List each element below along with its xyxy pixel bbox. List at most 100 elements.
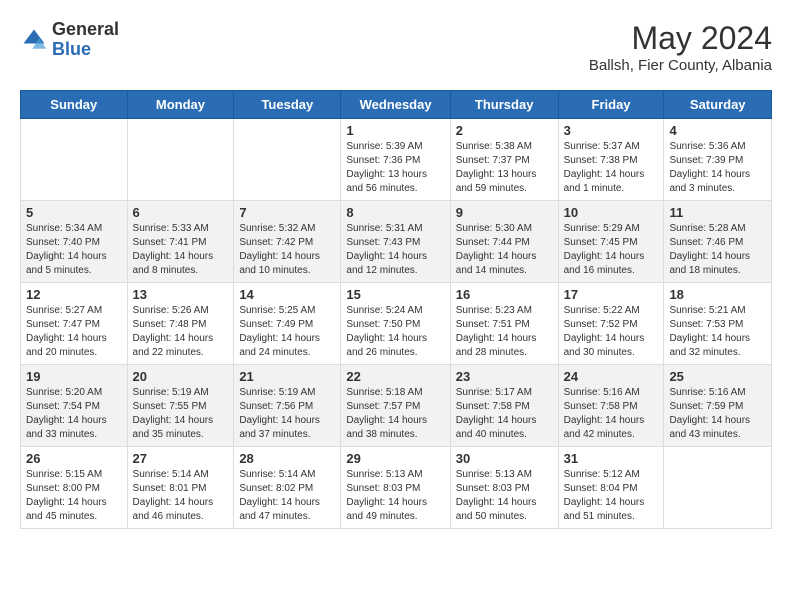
calendar-cell: 10Sunrise: 5:29 AMSunset: 7:45 PMDayligh… — [558, 201, 664, 283]
day-info: Sunrise: 5:19 AMSunset: 7:55 PMDaylight:… — [133, 386, 229, 442]
logo-icon — [20, 26, 48, 54]
day-of-week-header: Saturday — [664, 91, 772, 119]
day-info: Sunrise: 5:25 AMSunset: 7:49 PMDaylight:… — [239, 304, 335, 360]
day-number: 9 — [456, 205, 553, 220]
calendar-cell: 31 Sunrise: 5:12 AMSunset: 8:04 PMDayligh… — [558, 447, 664, 529]
day-info: Sunrise: 5:33 AMSunset: 7:41 PMDaylight:… — [133, 222, 229, 278]
day-info: Sunrise: 5:34 AMSunset: 7:40 PMDaylight:… — [26, 222, 122, 278]
day-number: 22 — [346, 369, 444, 384]
calendar-cell — [234, 119, 341, 201]
calendar-week-row: 5 Sunrise: 5:34 AMSunset: 7:40 PMDaylight… — [21, 201, 772, 283]
calendar-cell: 4Sunrise: 5:36 AMSunset: 7:39 PMDaylight… — [664, 119, 772, 201]
calendar-body: 1Sunrise: 5:39 AMSunset: 7:36 PMDaylight… — [21, 119, 772, 529]
day-number: 18 — [669, 287, 766, 302]
calendar-cell: 3Sunrise: 5:37 AMSunset: 7:38 PMDaylight… — [558, 119, 664, 201]
day-number: 28 — [239, 451, 335, 466]
day-number: 7 — [239, 205, 335, 220]
day-info: Sunrise: 5:16 AMSunset: 7:59 PMDaylight:… — [669, 386, 766, 442]
day-number: 4 — [669, 123, 766, 138]
calendar-cell: 26Sunrise: 5:15 AMSunset: 8:00 PMDayligh… — [21, 447, 128, 529]
calendar-cell: 11 Sunrise: 5:28 AMSunset: 7:46 PMDayligh… — [664, 201, 772, 283]
day-info: Sunrise: 5:31 AMSunset: 7:43 PMDaylight:… — [346, 222, 444, 278]
day-number: 30 — [456, 451, 553, 466]
calendar-cell: 6 Sunrise: 5:33 AMSunset: 7:41 PMDaylight… — [127, 201, 234, 283]
day-number: 31 — [564, 451, 659, 466]
calendar-cell: 15 Sunrise: 5:24 AMSunset: 7:50 PMDayligh… — [341, 283, 450, 365]
calendar-cell: 5 Sunrise: 5:34 AMSunset: 7:40 PMDaylight… — [21, 201, 128, 283]
day-info: Sunrise: 5:21 AMSunset: 7:53 PMDaylight:… — [669, 304, 766, 360]
day-number: 17 — [564, 287, 659, 302]
day-info: Sunrise: 5:22 AMSunset: 7:52 PMDaylight:… — [564, 304, 659, 360]
day-info: Sunrise: 5:14 AMSunset: 8:02 PMDaylight:… — [239, 468, 335, 524]
page-header: General Blue May 2024 Ballsh, Fier Count… — [20, 20, 772, 74]
month-title: May 2024 — [589, 20, 772, 57]
day-number: 29 — [346, 451, 444, 466]
calendar-cell: 24 Sunrise: 5:16 AMSunset: 7:58 PMDayligh… — [558, 365, 664, 447]
day-number: 6 — [133, 205, 229, 220]
day-of-week-header: Sunday — [21, 91, 128, 119]
calendar-cell: 13 Sunrise: 5:26 AMSunset: 7:48 PMDayligh… — [127, 283, 234, 365]
day-number: 16 — [456, 287, 553, 302]
calendar-cell: 28 Sunrise: 5:14 AMSunset: 8:02 PMDayligh… — [234, 447, 341, 529]
calendar-cell: 30 Sunrise: 5:13 AMSunset: 8:03 PMDayligh… — [450, 447, 558, 529]
day-info: Sunrise: 5:15 AMSunset: 8:00 PMDaylight:… — [26, 468, 122, 524]
day-info: Sunrise: 5:32 AMSunset: 7:42 PMDaylight:… — [239, 222, 335, 278]
day-number: 11 — [669, 205, 766, 220]
day-info: Sunrise: 5:29 AMSunset: 7:45 PMDaylight:… — [564, 222, 659, 278]
day-info: Sunrise: 5:38 AMSunset: 7:37 PMDaylight:… — [456, 140, 553, 196]
logo: General Blue — [20, 20, 119, 60]
calendar-cell — [21, 119, 128, 201]
day-number: 8 — [346, 205, 444, 220]
day-info: Sunrise: 5:16 AMSunset: 7:58 PMDaylight:… — [564, 386, 659, 442]
calendar-cell: 20 Sunrise: 5:19 AMSunset: 7:55 PMDayligh… — [127, 365, 234, 447]
day-number: 27 — [133, 451, 229, 466]
calendar-week-row: 12 Sunrise: 5:27 AMSunset: 7:47 PMDayligh… — [21, 283, 772, 365]
day-info: Sunrise: 5:13 AMSunset: 8:03 PMDaylight:… — [456, 468, 553, 524]
day-info: Sunrise: 5:28 AMSunset: 7:46 PMDaylight:… — [669, 222, 766, 278]
calendar-cell: 1Sunrise: 5:39 AMSunset: 7:36 PMDaylight… — [341, 119, 450, 201]
day-of-week-header: Friday — [558, 91, 664, 119]
day-number: 21 — [239, 369, 335, 384]
day-info: Sunrise: 5:24 AMSunset: 7:50 PMDaylight:… — [346, 304, 444, 360]
day-number: 5 — [26, 205, 122, 220]
day-of-week-header: Tuesday — [234, 91, 341, 119]
calendar-cell: 29 Sunrise: 5:13 AMSunset: 8:03 PMDayligh… — [341, 447, 450, 529]
calendar-cell: 27 Sunrise: 5:14 AMSunset: 8:01 PMDayligh… — [127, 447, 234, 529]
calendar-cell — [664, 447, 772, 529]
calendar-cell — [127, 119, 234, 201]
day-info: Sunrise: 5:27 AMSunset: 7:47 PMDaylight:… — [26, 304, 122, 360]
calendar-cell: 17 Sunrise: 5:22 AMSunset: 7:52 PMDayligh… — [558, 283, 664, 365]
day-number: 15 — [346, 287, 444, 302]
calendar-cell: 21 Sunrise: 5:19 AMSunset: 7:56 PMDayligh… — [234, 365, 341, 447]
calendar-cell: 8 Sunrise: 5:31 AMSunset: 7:43 PMDaylight… — [341, 201, 450, 283]
day-info: Sunrise: 5:13 AMSunset: 8:03 PMDaylight:… — [346, 468, 444, 524]
calendar-header-row: SundayMondayTuesdayWednesdayThursdayFrid… — [21, 91, 772, 119]
day-number: 23 — [456, 369, 553, 384]
day-info: Sunrise: 5:18 AMSunset: 7:57 PMDaylight:… — [346, 386, 444, 442]
calendar-week-row: 26Sunrise: 5:15 AMSunset: 8:00 PMDayligh… — [21, 447, 772, 529]
calendar-cell: 9Sunrise: 5:30 AMSunset: 7:44 PMDaylight… — [450, 201, 558, 283]
location: Ballsh, Fier County, Albania — [589, 57, 772, 74]
calendar-cell: 14Sunrise: 5:25 AMSunset: 7:49 PMDayligh… — [234, 283, 341, 365]
calendar-cell: 23Sunrise: 5:17 AMSunset: 7:58 PMDayligh… — [450, 365, 558, 447]
calendar-week-row: 19Sunrise: 5:20 AMSunset: 7:54 PMDayligh… — [21, 365, 772, 447]
day-number: 1 — [346, 123, 444, 138]
day-number: 13 — [133, 287, 229, 302]
logo-text: General Blue — [52, 20, 119, 60]
day-number: 12 — [26, 287, 122, 302]
calendar-table: SundayMondayTuesdayWednesdayThursdayFrid… — [20, 90, 772, 529]
day-info: Sunrise: 5:14 AMSunset: 8:01 PMDaylight:… — [133, 468, 229, 524]
day-number: 24 — [564, 369, 659, 384]
day-info: Sunrise: 5:12 AMSunset: 8:04 PMDaylight:… — [564, 468, 659, 524]
day-info: Sunrise: 5:19 AMSunset: 7:56 PMDaylight:… — [239, 386, 335, 442]
calendar-cell: 19Sunrise: 5:20 AMSunset: 7:54 PMDayligh… — [21, 365, 128, 447]
calendar-cell: 25Sunrise: 5:16 AMSunset: 7:59 PMDayligh… — [664, 365, 772, 447]
day-number: 3 — [564, 123, 659, 138]
day-number: 20 — [133, 369, 229, 384]
day-number: 19 — [26, 369, 122, 384]
title-block: May 2024 Ballsh, Fier County, Albania — [589, 20, 772, 74]
calendar-cell: 22 Sunrise: 5:18 AMSunset: 7:57 PMDayligh… — [341, 365, 450, 447]
calendar-week-row: 1Sunrise: 5:39 AMSunset: 7:36 PMDaylight… — [21, 119, 772, 201]
day-of-week-header: Monday — [127, 91, 234, 119]
day-info: Sunrise: 5:26 AMSunset: 7:48 PMDaylight:… — [133, 304, 229, 360]
